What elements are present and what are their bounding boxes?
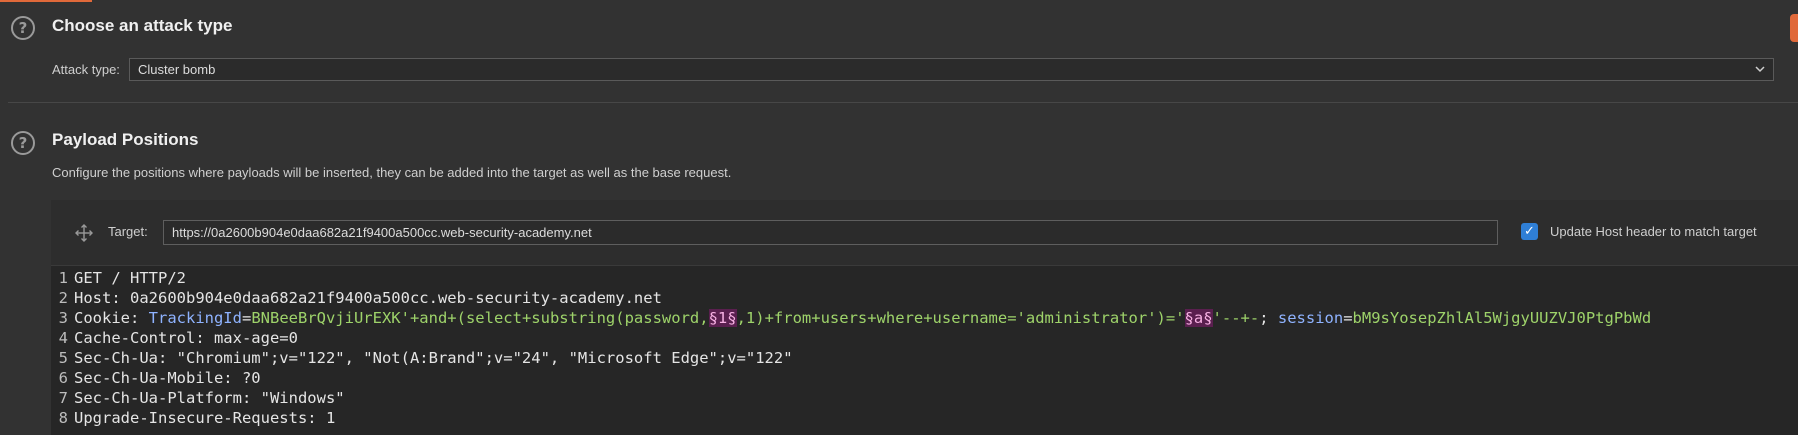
attack-type-title: Choose an attack type bbox=[52, 16, 233, 35]
equals: = bbox=[1343, 309, 1353, 327]
help-icon[interactable]: ? bbox=[11, 16, 35, 40]
line-text: Sec-Ch-Ua-Mobile: ?0 bbox=[74, 369, 261, 387]
request-line: 4 Cache-Control: max-age=0 bbox=[51, 328, 298, 348]
request-line: 8 Upgrade-Insecure-Requests: 1 bbox=[51, 408, 336, 428]
section-divider bbox=[8, 102, 1798, 103]
target-url-input[interactable]: https://0a2600b904e0daa682a21f9400a500cc… bbox=[163, 220, 1498, 245]
line-number: 5 bbox=[58, 349, 68, 367]
cookie-value: '--+- bbox=[1212, 309, 1260, 327]
cookie-value: bM9sYosepZhlAl5WjgyUUZVJ0PtgPbWd bbox=[1352, 309, 1652, 327]
line-number: 2 bbox=[58, 289, 68, 307]
line-number: 8 bbox=[58, 409, 68, 427]
request-panel: Target: https://0a2600b904e0daa682a21f94… bbox=[51, 200, 1798, 435]
line-number: 7 bbox=[58, 389, 68, 407]
request-line-cookie: 3 Cookie: TrackingId=BNBeeBrQvjiUrEXK'+an… bbox=[51, 308, 1651, 328]
payload-marker[interactable]: §1§ bbox=[708, 309, 737, 327]
line-number: 6 bbox=[58, 369, 68, 387]
chevron-down-icon bbox=[1755, 66, 1765, 73]
request-line: 6 Sec-Ch-Ua-Mobile: ?0 bbox=[51, 368, 261, 388]
update-host-label: Update Host header to match target bbox=[1550, 224, 1757, 239]
scroll-indicator[interactable] bbox=[1790, 14, 1798, 42]
cookie-value: BNBeeBrQvjiUrEXK'+and+(select+substring(… bbox=[251, 309, 709, 327]
line-text: Host: 0a2600b904e0daa682a21f9400a500cc.w… bbox=[74, 289, 662, 307]
line-number: 4 bbox=[58, 329, 68, 347]
line-number: 3 bbox=[58, 309, 68, 327]
update-host-checkbox[interactable]: ✓ bbox=[1521, 223, 1538, 240]
active-tab-indicator bbox=[0, 0, 92, 2]
line-text: GET / HTTP/2 bbox=[74, 269, 186, 287]
cookie-name: TrackingId bbox=[148, 309, 242, 327]
request-line: 7 Sec-Ch-Ua-Platform: "Windows" bbox=[51, 388, 345, 408]
line-text: Sec-Ch-Ua-Platform: "Windows" bbox=[74, 389, 345, 407]
line-text: Cache-Control: max-age=0 bbox=[74, 329, 298, 347]
move-icon[interactable] bbox=[75, 224, 93, 242]
request-line: 5 Sec-Ch-Ua: "Chromium";v="122", "Not(A:B… bbox=[51, 348, 793, 368]
target-label: Target: bbox=[108, 224, 148, 239]
cookie-value: ,1)+from+users+where+username='administr… bbox=[736, 309, 1185, 327]
payload-positions-title: Payload Positions bbox=[52, 130, 199, 149]
header-name: Cookie: bbox=[74, 309, 149, 327]
checkbox-check-icon: ✓ bbox=[1524, 224, 1535, 239]
attack-type-value: Cluster bomb bbox=[138, 62, 216, 77]
line-number: 1 bbox=[58, 269, 68, 287]
line-text: Upgrade-Insecure-Requests: 1 bbox=[74, 409, 336, 427]
attack-type-label: Attack type: bbox=[52, 62, 120, 77]
payload-marker[interactable]: §a§ bbox=[1184, 309, 1213, 327]
attack-type-select[interactable]: Cluster bomb bbox=[129, 58, 1774, 81]
target-bar: Target: https://0a2600b904e0daa682a21f94… bbox=[51, 200, 1798, 266]
cookie-separator: ; bbox=[1259, 309, 1278, 327]
equals: = bbox=[241, 309, 252, 327]
request-line: 1 GET / HTTP/2 bbox=[51, 268, 186, 288]
cookie-name: session bbox=[1277, 309, 1344, 327]
request-editor[interactable]: 1 GET / HTTP/2 2 Host: 0a2600b904e0daa682a… bbox=[51, 268, 1798, 435]
request-line: 2 Host: 0a2600b904e0daa682a21f9400a500cc.… bbox=[51, 288, 662, 308]
line-text: Sec-Ch-Ua: "Chromium";v="122", "Not(A:Br… bbox=[74, 349, 793, 367]
payload-positions-description: Configure the positions where payloads w… bbox=[52, 165, 732, 180]
help-icon[interactable]: ? bbox=[11, 131, 35, 155]
